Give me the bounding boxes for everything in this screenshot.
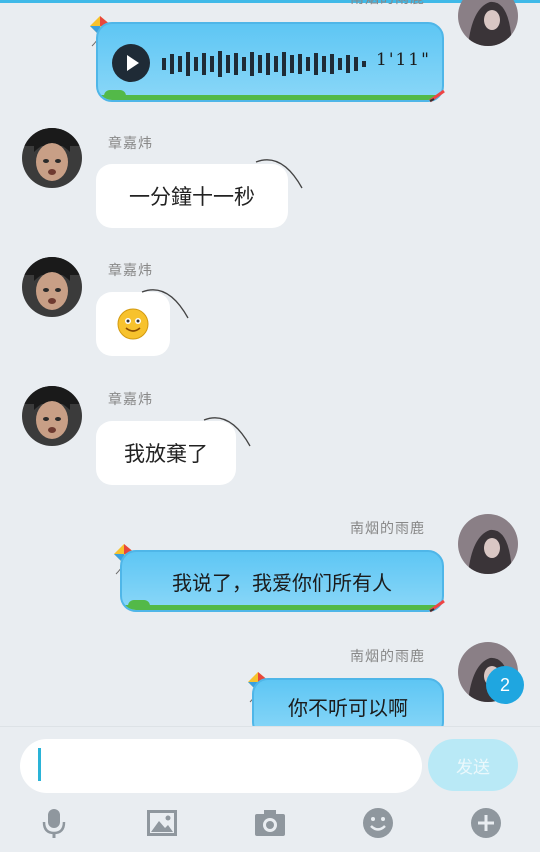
sender-name: 南烟的雨鹿 — [350, 649, 425, 665]
pencil-icon — [428, 598, 448, 617]
plus-icon[interactable] — [468, 805, 504, 841]
play-button[interactable] — [112, 44, 150, 82]
sender-name: 南烟的雨鹿 — [350, 0, 425, 8]
camera-icon[interactable] — [252, 805, 288, 841]
voice-message-bubble[interactable]: 1'11" — [96, 22, 444, 102]
sender-name: 章嘉炜 — [108, 392, 153, 408]
sender-name: 章嘉炜 — [108, 136, 153, 152]
input-bar: 发送 — [0, 726, 540, 852]
chat-area[interactable]: 南烟的雨鹿 1'11" 章 — [0, 0, 540, 726]
avatar-self[interactable] — [458, 514, 518, 574]
bubble-swirl-decoration — [141, 289, 189, 319]
text-caret — [38, 748, 41, 781]
voice-waveform — [162, 51, 366, 77]
microphone-icon[interactable] — [36, 805, 72, 841]
voice-duration: 1'11" — [376, 50, 431, 70]
message-text: 我放棄了 — [124, 442, 208, 466]
avatar-self[interactable] — [458, 0, 518, 46]
avatar-contact[interactable] — [22, 257, 82, 317]
image-icon[interactable] — [144, 805, 180, 841]
message-input[interactable] — [20, 739, 422, 793]
avatar-contact[interactable] — [22, 386, 82, 446]
bubble-swirl-decoration — [255, 159, 303, 189]
pencil-icon — [428, 88, 448, 107]
unread-count: 2 — [499, 674, 510, 695]
emoji-icon[interactable] — [360, 805, 396, 841]
sender-name: 章嘉炜 — [108, 263, 153, 279]
unread-badge[interactable]: 2 — [486, 666, 524, 704]
avatar-contact[interactable] — [22, 128, 82, 188]
sender-name: 南烟的雨鹿 — [350, 521, 425, 537]
message-bubble[interactable]: 我说了，我爱你们所有人 — [120, 550, 444, 612]
send-button[interactable]: 发送 — [428, 739, 518, 791]
message-text: 你不听可以啊 — [288, 695, 408, 720]
message-bubble[interactable]: 你不听可以啊 — [252, 678, 444, 726]
message-text: 我说了，我爱你们所有人 — [172, 570, 392, 595]
message-text: 一分鐘十一秒 — [129, 185, 255, 209]
bubble-swirl-decoration — [203, 417, 251, 447]
